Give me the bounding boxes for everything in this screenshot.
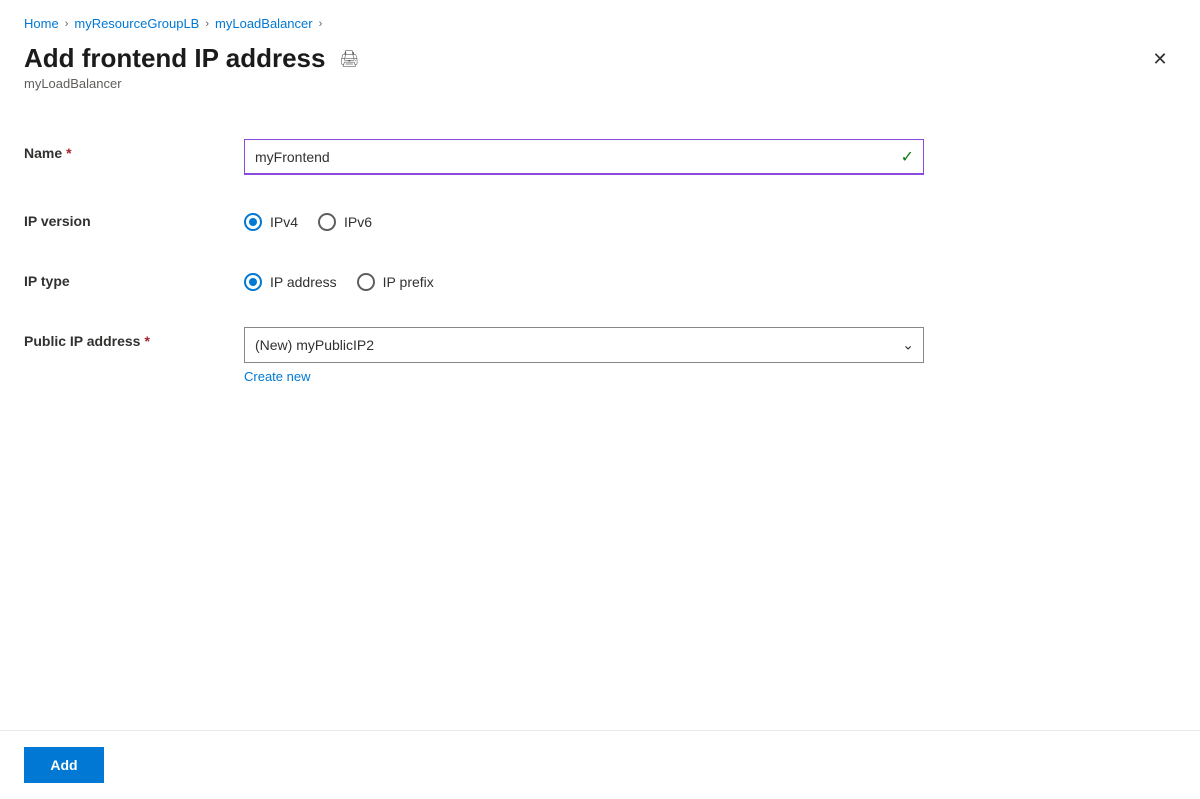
breadcrumb-sep-3: ›	[319, 18, 323, 30]
ipv6-radio-outer	[318, 213, 336, 231]
ip-address-label: IP address	[270, 274, 337, 290]
breadcrumb: Home › myResourceGroupLB › myLoadBalance…	[0, 0, 1200, 39]
name-input-wrapper: ✓	[244, 139, 924, 175]
breadcrumb-load-balancer[interactable]: myLoadBalancer	[215, 16, 313, 31]
name-label: Name *	[24, 139, 244, 161]
close-button[interactable]: ✕	[1144, 43, 1176, 75]
ip-address-radio-outer	[244, 273, 262, 291]
breadcrumb-resource-group[interactable]: myResourceGroupLB	[74, 16, 199, 31]
ip-type-control: IP address IP prefix	[244, 267, 924, 291]
ipv4-option[interactable]: IPv4	[244, 213, 298, 231]
breadcrumb-sep-2: ›	[205, 18, 209, 30]
add-button[interactable]: Add	[24, 747, 104, 783]
ip-version-control: IPv4 IPv6	[244, 207, 924, 231]
content-area: Name * ✓ IP version	[0, 99, 1200, 730]
public-ip-required-star: *	[144, 333, 149, 349]
name-control: ✓	[244, 139, 924, 175]
name-input[interactable]	[244, 139, 924, 175]
ip-version-radio-group: IPv4 IPv6	[244, 207, 924, 231]
ip-type-row: IP type IP address IP prefix	[24, 251, 1176, 311]
page-header: Add frontend IP address 🖨 myLoadBalancer…	[0, 39, 1200, 99]
public-ip-label: Public IP address *	[24, 327, 244, 349]
ip-address-option[interactable]: IP address	[244, 273, 337, 291]
ipv4-radio-outer	[244, 213, 262, 231]
form-section: Name * ✓ IP version	[24, 123, 1176, 402]
ip-prefix-radio-outer	[357, 273, 375, 291]
ipv6-label: IPv6	[344, 214, 372, 230]
ip-version-label: IP version	[24, 207, 244, 229]
print-icon[interactable]: 🖨	[337, 47, 361, 71]
public-ip-row: Public IP address * (New) myPublicIP2 ⌄ …	[24, 311, 1176, 402]
name-check-icon: ✓	[901, 147, 914, 167]
ip-address-radio-inner	[249, 278, 257, 286]
create-new-link[interactable]: Create new	[244, 369, 310, 384]
name-row: Name * ✓	[24, 123, 1176, 191]
ipv4-label: IPv4	[270, 214, 298, 230]
ipv6-option[interactable]: IPv6	[318, 213, 372, 231]
ip-type-radio-group: IP address IP prefix	[244, 267, 924, 291]
breadcrumb-sep-1: ›	[65, 18, 69, 30]
ip-prefix-option[interactable]: IP prefix	[357, 273, 434, 291]
ip-prefix-label: IP prefix	[383, 274, 434, 290]
public-ip-control: (New) myPublicIP2 ⌄ Create new	[244, 327, 924, 386]
public-ip-dropdown-wrapper: (New) myPublicIP2 ⌄	[244, 327, 924, 363]
footer: Add	[0, 730, 1200, 799]
public-ip-select[interactable]: (New) myPublicIP2	[244, 327, 924, 363]
page-title: Add frontend IP address	[24, 43, 325, 74]
name-required-star: *	[66, 145, 71, 161]
ip-version-row: IP version IPv4 IPv6	[24, 191, 1176, 251]
breadcrumb-home[interactable]: Home	[24, 16, 59, 31]
page-container: Home › myResourceGroupLB › myLoadBalance…	[0, 0, 1200, 799]
page-subtitle: myLoadBalancer	[24, 76, 1176, 91]
ipv4-radio-inner	[249, 218, 257, 226]
ip-type-label: IP type	[24, 267, 244, 289]
